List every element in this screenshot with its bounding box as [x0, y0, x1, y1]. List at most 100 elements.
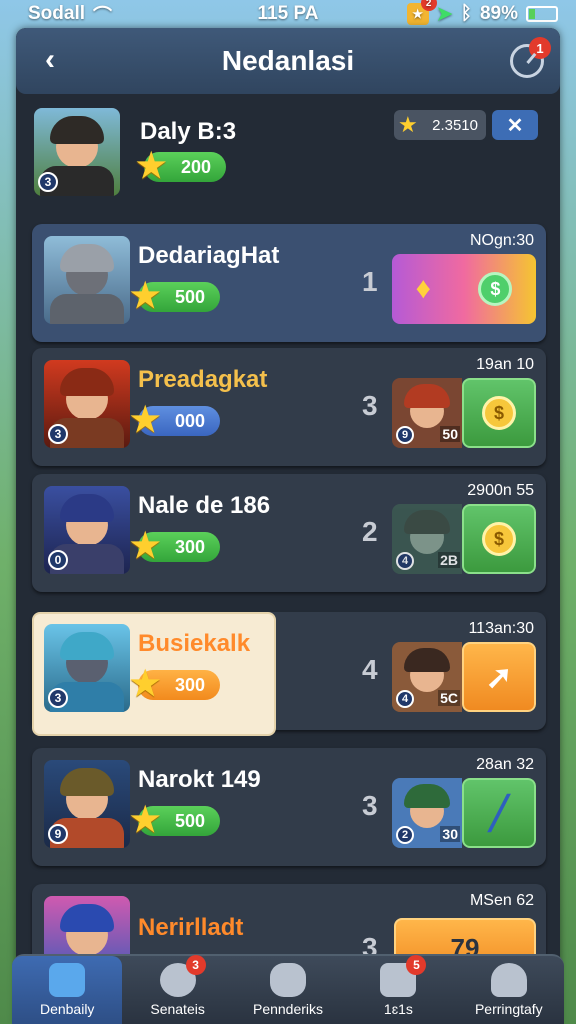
leaderboard-panel: ‹ Nedanlasi 1 3 Daly B:3 ★ 200 ★ 2.3510 …: [16, 28, 560, 1024]
reward-avatar: 2 30: [392, 778, 462, 848]
star-icon: ★: [130, 665, 161, 703]
points-value: 500: [174, 286, 206, 307]
time-label: 2900n 55: [467, 482, 534, 499]
time-label: 19an 10: [476, 356, 534, 373]
level-badge: 3: [48, 424, 68, 444]
leaderboard-row[interactable]: 0 Nale de 186 ★ 300 2900n 55 2 4 2B $: [32, 474, 546, 592]
reward-value: 2B: [438, 552, 460, 568]
coin-value: 2.3510: [432, 116, 478, 134]
time-label: NOgn:30: [469, 232, 534, 249]
rank-number: 3: [362, 790, 378, 821]
star-icon: ★: [130, 277, 161, 315]
player-entry: 3 Daly B:3 ★ 200 ★ 2.3510 ✕: [32, 100, 546, 218]
clock: 115 PA: [257, 3, 319, 24]
reward-group: 4 2B $: [392, 504, 536, 574]
carrier-label: Sodall: [28, 3, 86, 24]
points-pill: ★ 500: [130, 278, 220, 314]
nav-label: Denbaily: [39, 1001, 95, 1017]
avatar: [44, 236, 130, 324]
timer-button[interactable]: 1: [510, 37, 551, 78]
points-pill: ★ 200: [136, 148, 226, 184]
close-button[interactable]: ✕: [492, 110, 538, 140]
edit-button[interactable]: ╱: [462, 778, 536, 848]
nav-tab-home[interactable]: Denbaily: [12, 956, 123, 1024]
nav-badge: 3: [185, 955, 206, 975]
leaderboard-row-highlighted[interactable]: 3 Busiekalk ★ 300 113an:30 4 4 5C ➚: [32, 612, 546, 736]
profile-icon: [490, 963, 527, 997]
avatar: 0: [44, 486, 130, 574]
battery-fill: [529, 9, 535, 19]
chevron-left-icon: ‹: [45, 43, 55, 76]
player-name: Daly B:3: [140, 118, 237, 145]
nav-tab-shop[interactable]: 5 1ɛ1s: [343, 955, 453, 1024]
nav-tab-profile[interactable]: Perringtafy: [454, 956, 564, 1024]
gamepad-icon: [270, 963, 307, 997]
avatar: 3: [34, 108, 120, 196]
coin-icon: $: [482, 522, 516, 556]
level-badge: 9: [48, 824, 68, 844]
nav-label: Pennderiks: [252, 1001, 324, 1017]
nav-tab-games[interactable]: Pennderiks: [233, 956, 343, 1024]
points-pill: ★ 500: [130, 802, 220, 838]
points-pill: ★ 300: [130, 528, 220, 564]
bottom-nav: Denbaily 3 Senateis Pennderiks 5 1ɛ1s Pe…: [12, 954, 564, 1024]
reward-level: 2: [396, 826, 414, 844]
battery-percent: 89%: [479, 3, 518, 24]
paper-plane-icon: ➚: [485, 659, 513, 695]
shop-icon: 5: [380, 955, 427, 997]
coin-icon: $: [482, 396, 516, 430]
star-icon: ★: [130, 801, 161, 839]
chat-icon: 3: [159, 955, 206, 997]
rank-number: 1: [362, 266, 378, 297]
rank-number: 4: [362, 654, 378, 685]
leaderboard-row[interactable]: 3 Preadagkat ★ 000 19an 10 3 9 50 $: [32, 348, 546, 466]
points-value: 300: [174, 674, 206, 695]
claim-reward-button[interactable]: $: [462, 378, 536, 448]
back-button[interactable]: ‹: [32, 42, 68, 78]
reward-value: 5C: [438, 690, 460, 706]
reward-level: 9: [396, 426, 414, 444]
rank-number: 3: [362, 390, 378, 421]
reward-avatar: 9 50: [392, 378, 462, 448]
points-value: 300: [174, 536, 206, 557]
nav-badge: 5: [406, 955, 427, 975]
avatar: 3: [44, 624, 130, 712]
reward-value: 30: [440, 826, 460, 842]
apple-chest-icon: ♦: [415, 272, 431, 305]
send-button[interactable]: ➚: [462, 642, 536, 712]
notification-count: 2: [420, 0, 437, 11]
coin-counter: ★ 2.3510: [394, 110, 486, 140]
status-bar: Sodall ⌒ 115 PA ★ 2 ➤ ᛒ 89%: [0, 0, 576, 28]
page-title: Nedanlasi: [221, 45, 355, 76]
claim-reward-button[interactable]: $: [462, 504, 536, 574]
leaderboard-row[interactable]: 9 Narokt 149 ★ 500 28an 32 3 2 30 ╱: [32, 748, 546, 866]
level-badge: 3: [38, 172, 58, 192]
player-name: Busiekalk: [138, 630, 251, 657]
close-icon: ✕: [506, 114, 524, 137]
bluetooth-icon: ᛒ: [460, 3, 472, 24]
star-notification-icon: ★ 2: [406, 0, 437, 25]
player-name: DedariagHat: [138, 242, 280, 269]
star-icon: ★: [130, 527, 161, 565]
reward-group: 4 5C ➚: [392, 642, 536, 712]
pen-icon: ╱: [489, 795, 509, 831]
nav-tab-social[interactable]: 3 Senateis: [122, 955, 232, 1024]
avatar: 9: [44, 760, 130, 848]
reward-group: 2 30 ╱: [392, 778, 536, 848]
reward-avatar: 4 2B: [392, 504, 462, 574]
time-label: 28an 32: [476, 756, 534, 773]
reward-banner[interactable]: ♦ $: [392, 254, 536, 324]
reward-group: 9 50 $: [392, 378, 536, 448]
avatar: 3: [44, 360, 130, 448]
nav-label: Senateis: [150, 1001, 205, 1017]
star-icon: ★: [136, 147, 167, 185]
time-label: MSen 62: [469, 892, 534, 909]
leaderboard-row[interactable]: DedariagHat ★ 500 NOgn:30 1 ♦ $: [32, 224, 546, 342]
points-value: 500: [174, 810, 206, 831]
player-name: Preadagkat: [138, 366, 268, 393]
level-badge: 3: [48, 688, 68, 708]
nav-label: 1ɛ1s: [383, 1001, 413, 1017]
reward-avatar: 4 5C: [392, 642, 462, 712]
coin-icon: $: [478, 272, 513, 306]
points-pill: ★ 000: [130, 402, 220, 438]
